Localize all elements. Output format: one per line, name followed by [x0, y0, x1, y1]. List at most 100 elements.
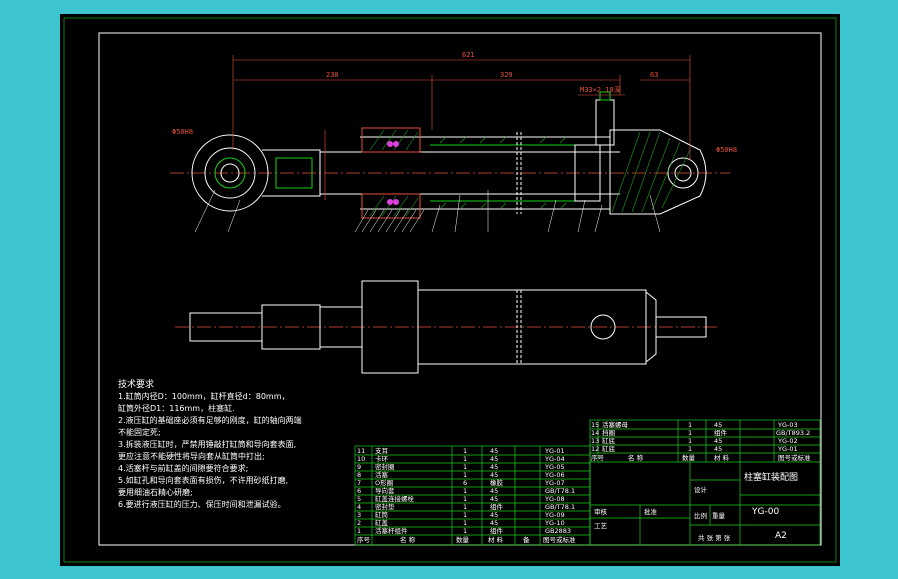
bom-cell: 12 [591, 445, 599, 453]
bom-cell: YG-01 [544, 447, 565, 455]
note-line: 要用细油石精心研磨; [118, 487, 193, 497]
bom-cell: 5 [357, 495, 361, 503]
bom-cell: 45 [490, 463, 498, 471]
note-line: 6.要进行液压缸的压力、保压时间和泄漏试验。 [118, 499, 286, 509]
bom-cell: 1 [463, 447, 467, 455]
bom-cell: 密封圈 [375, 462, 395, 471]
bom-cell: 密封垫 [375, 502, 395, 511]
bom-cell: 组件 [490, 502, 504, 511]
bom-cell: 9 [357, 463, 361, 471]
bom-cell: GB/T78.1 [545, 487, 575, 495]
bom-cell: 1 [688, 437, 692, 445]
note-line: 4.活塞杆与前缸盖的间隙要符合要求; [118, 463, 248, 473]
bom-header-cell: 序号 [591, 453, 605, 462]
bom-cell: 缸盖 [375, 518, 389, 527]
bom-header-cell: 材 料 [488, 535, 504, 544]
bom-cell: 1 [463, 455, 467, 463]
note-line: 5.如缸孔和导向套表面有损伤，不许用砂纸打磨, [118, 475, 288, 485]
note-line: 3.拆装液压缸时，严禁用锤敲打缸筒和导向套表面, [118, 439, 296, 449]
bom-cell: 1 [463, 487, 467, 495]
note-line: 缸筒外径D1：116mm，柱塞缸. [118, 403, 235, 413]
bom-cell: 45 [490, 511, 498, 519]
bom-cell: 1 [463, 471, 467, 479]
bom-cell: 1 [463, 511, 467, 519]
bom-cell: 缸筒 [375, 510, 389, 519]
title-sheet-count: 共 张 第 张 [698, 533, 731, 542]
bom-cell: 45 [714, 445, 722, 453]
dim-left-span: 230 [326, 71, 339, 79]
bom-cell: 缸盖连接螺栓 [375, 494, 415, 503]
bom-cell: 8 [357, 471, 361, 479]
bom-cell: GB/T78.1 [545, 503, 575, 511]
bom-cell: GB2883 [545, 527, 571, 535]
bom-cell: 45 [714, 437, 722, 445]
bom-cell: 2 [357, 519, 361, 527]
sheet-size: A2 [775, 531, 787, 541]
bom-cell: 缸底 [602, 436, 616, 445]
bom-cell: 45 [490, 471, 498, 479]
bom-cell: 13 [591, 437, 599, 445]
bom-header-cell: 数量 [682, 453, 696, 462]
bom-cell: 1 [463, 527, 467, 535]
bom-cell: 45 [490, 495, 498, 503]
bom-cell: 组件 [714, 428, 728, 437]
bom-cell: 10 [357, 455, 365, 463]
bom-cell: 4 [357, 503, 361, 511]
bom-cell: 45 [490, 455, 498, 463]
cad-canvas: 621 230 329 63 M33×2 18深 Φ50H8 Φ50H8 技术要… [60, 14, 840, 566]
bom-cell: YG-10 [544, 519, 565, 527]
dim-pin-left: Φ50H8 [172, 128, 193, 136]
title-label-approve: 批准 [644, 507, 658, 516]
bom-cell: 支耳 [375, 446, 389, 455]
bom-cell: YG-09 [544, 511, 565, 519]
dim-right-span: 63 [650, 71, 658, 79]
dim-mid-span: 329 [500, 71, 513, 79]
bom-header-cell: 备 [523, 535, 530, 544]
bom-cell: YG-05 [544, 463, 565, 471]
drawing-title: 柱塞缸装配图 [744, 471, 798, 483]
drawing-number: YG-00 [751, 507, 779, 517]
bom-cell: 导向套 [375, 486, 395, 495]
bom-cell: 卡环 [375, 454, 389, 463]
bom-cell: 6 [357, 487, 361, 495]
bom-cell: 15 [591, 421, 599, 429]
bom-cell: 1 [688, 429, 692, 437]
bom-cell: YG-08 [544, 495, 565, 503]
bom-cell: 1 [688, 445, 692, 453]
bom-cell: 1 [463, 519, 467, 527]
bom-header-cell: 材 料 [714, 453, 730, 462]
note-line: 不能固定死; [118, 427, 161, 437]
dim-pin-right: Φ50H8 [716, 146, 737, 154]
bom-cell: GB/T893.2 [776, 429, 810, 437]
bom-cell: 11 [357, 447, 365, 455]
bom-cell: YG-03 [777, 421, 798, 429]
note-line: 1.缸筒内径D：100mm，缸杆直径d：80mm， [118, 391, 290, 401]
bom-cell: YG-06 [544, 471, 565, 479]
dim-overall: 621 [462, 51, 475, 59]
bom-cell: 缸底 [602, 444, 616, 453]
bom-header-cell: 数量 [456, 535, 470, 544]
bom-cell: YG-01 [777, 445, 798, 453]
title-label-weight: 重量 [712, 512, 726, 520]
bom-cell: 45 [490, 487, 498, 495]
title-label-review: 审核 [594, 507, 608, 516]
title-label-process: 工艺 [594, 522, 608, 530]
bom-cell: 6 [463, 479, 467, 487]
bom-header-cell: 名 称 [400, 535, 416, 544]
title-label-scale: 比例 [694, 511, 707, 520]
bom-cell: 1 [463, 495, 467, 503]
note-line: 2.液压缸的基础座必须有足够的刚度，缸的轴向两端 [118, 415, 302, 425]
notes-heading: 技术要求 [118, 378, 154, 390]
bom-cell: 活塞螺母 [602, 420, 629, 429]
dim-port: M33×2 18深 [580, 85, 621, 94]
bom-cell: 活塞杆组件 [375, 526, 408, 535]
bom-cell: YG-02 [777, 437, 798, 445]
bom-cell: 橡胶 [490, 478, 504, 487]
bom-cell: 活塞 [375, 470, 389, 479]
bom-cell: 1 [688, 421, 692, 429]
bom-cell: 1 [357, 527, 361, 535]
bom-cell: 挡圈 [602, 428, 615, 437]
note-line: 更应注意不能硬性将导向套从缸筒中打出; [118, 451, 265, 461]
bom-cell: YG-04 [544, 455, 565, 463]
bom-cell: 14 [591, 429, 599, 437]
